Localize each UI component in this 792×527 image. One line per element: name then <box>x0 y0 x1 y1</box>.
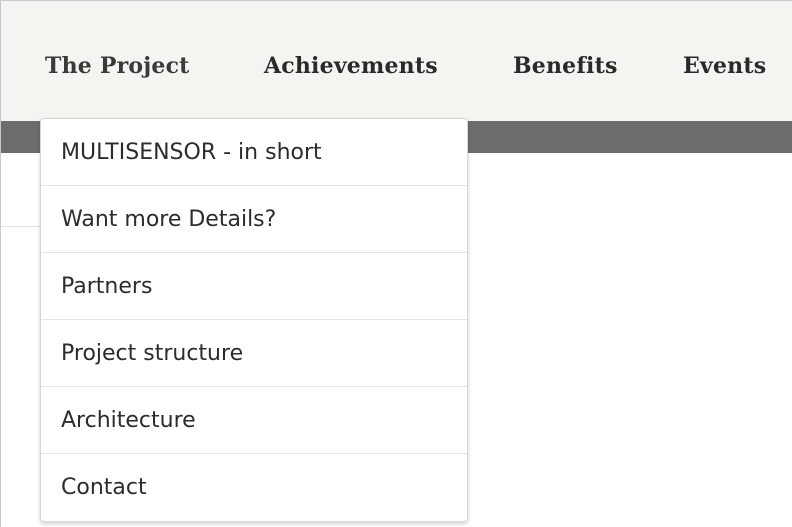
page: The Project Achievements Benefits Events… <box>0 0 792 527</box>
the-project-dropdown-menu: MULTISENSOR - in short Want more Details… <box>40 118 468 522</box>
menu-item-multisensor-in-short[interactable]: MULTISENSOR - in short <box>41 119 467 186</box>
menu-item-want-more-details[interactable]: Want more Details? <box>41 186 467 253</box>
divider <box>1 226 41 227</box>
nav-item-benefits[interactable]: Benefits <box>513 53 618 79</box>
menu-item-partners[interactable]: Partners <box>41 253 467 320</box>
main-navbar: The Project Achievements Benefits Events <box>1 1 792 121</box>
nav-item-achievements[interactable]: Achievements <box>264 53 438 79</box>
nav-item-the-project[interactable]: The Project <box>45 53 190 79</box>
nav-item-events[interactable]: Events <box>683 53 766 79</box>
menu-item-contact[interactable]: Contact <box>41 454 467 521</box>
menu-item-project-structure[interactable]: Project structure <box>41 320 467 387</box>
menu-item-architecture[interactable]: Architecture <box>41 387 467 454</box>
